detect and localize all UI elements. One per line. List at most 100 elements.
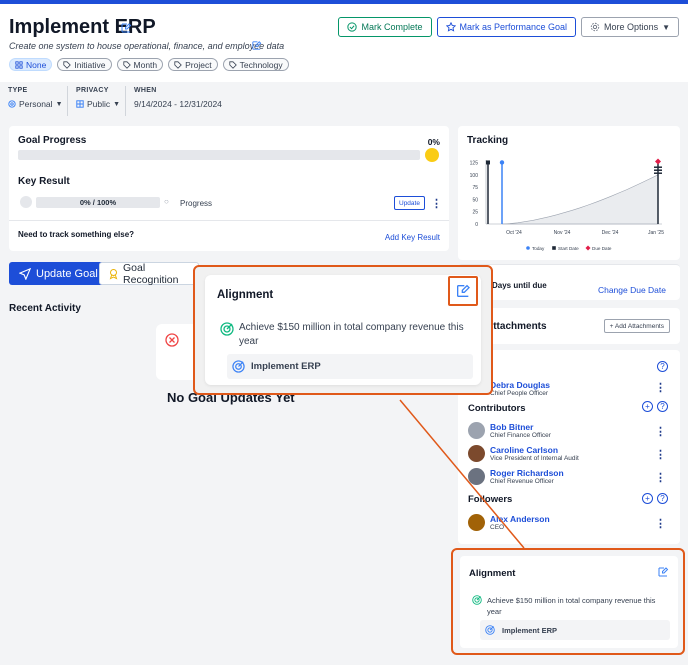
privacy-field[interactable]: PRIVACY Public ▼ [76, 87, 120, 109]
kebab-menu-icon[interactable]: ⋮ [655, 517, 666, 530]
type-field[interactable]: TYPE Personal ▼ [8, 87, 63, 109]
kebab-menu-icon[interactable]: ⋮ [655, 425, 666, 438]
alignment-current-goal-label: Implement ERP [251, 361, 321, 372]
divider [125, 86, 126, 116]
kebab-menu-icon[interactable]: ⋮ [431, 197, 442, 210]
y-tick-label: 0 [475, 222, 478, 228]
avatar [468, 468, 485, 485]
kebab-menu-icon[interactable]: ⋮ [655, 448, 666, 461]
x-tick-label: Jan '25 [648, 230, 664, 236]
y-tick-label: 125 [470, 160, 479, 166]
divider [9, 220, 449, 221]
tracking-chart: 0 25 50 75 100 125 Oct '24 Nov '24 Dec '24 Jan '2… [470, 158, 664, 251]
add-attachments-button[interactable]: + Add Attachments [603, 319, 670, 333]
follower-item[interactable]: Alex Anderson CEO [468, 514, 550, 531]
add-follower-icon[interactable]: + [642, 493, 653, 504]
more-options-label: More Options [604, 22, 659, 32]
privacy-value: Public [87, 99, 111, 109]
y-tick-label: 50 [472, 197, 478, 203]
update-goal-button[interactable]: Update Goal [9, 262, 108, 285]
help-icon[interactable]: ? [657, 401, 668, 412]
help-icon[interactable]: ? [657, 361, 668, 372]
add-contributor-icon[interactable]: + [642, 401, 653, 412]
gear-icon [590, 22, 600, 32]
help-icon[interactable]: ? [657, 493, 668, 504]
more-options-button[interactable]: More Options ▼ [581, 17, 679, 37]
person-name: Bob Bitner [490, 422, 534, 432]
contributor-item[interactable]: Caroline Carlson Vice President of Inter… [468, 445, 579, 462]
update-key-result-button[interactable]: Update [394, 196, 425, 210]
chip-label: Month [133, 59, 158, 70]
alignment-parent-goal[interactable]: Achieve $150 million in total company re… [487, 595, 672, 617]
followers-title: Followers [468, 494, 513, 505]
contributors-title: Contributors [468, 403, 526, 414]
mark-complete-button[interactable]: Mark Complete [338, 17, 432, 37]
mark-performance-goal-button[interactable]: Mark as Performance Goal [436, 17, 577, 37]
due-date-bar [654, 169, 662, 171]
y-tick-label: 100 [470, 173, 479, 179]
due-date-bar [654, 166, 662, 168]
person-role: Vice President of Internal Audit [490, 455, 579, 462]
person-role: Chief Finance Officer [490, 432, 551, 439]
caret-down-icon: ▼ [55, 100, 63, 108]
target-icon [8, 100, 16, 108]
edit-description-icon[interactable] [251, 40, 262, 54]
goal-meta-bar: TYPE Personal ▼ PRIVACY Public ▼ WHEN 9/… [0, 82, 688, 120]
edit-icon [457, 284, 470, 297]
key-result-label: Progress [180, 199, 213, 208]
update-goal-label: Update Goal [36, 267, 98, 280]
alignment-title: Alignment [469, 568, 516, 579]
goal-progress-bar [18, 150, 420, 160]
caret-down-icon: ▼ [113, 100, 121, 108]
legend-label: Start Date [558, 246, 579, 251]
add-key-result-link[interactable]: Add Key Result [385, 233, 440, 242]
track-prompt: Need to track something else? [18, 230, 135, 239]
alignment-edit-highlight[interactable] [448, 276, 478, 306]
public-icon [76, 100, 84, 108]
when-field[interactable]: WHEN 9/14/2024 - 12/31/2024 [134, 87, 222, 109]
person-name: Alex Anderson [490, 514, 550, 524]
header-actions: Mark Complete Mark as Performance Goal M… [338, 17, 679, 37]
goal-header: Implement ERP Create one system to house… [0, 4, 688, 82]
chip-technology[interactable]: Technology [222, 58, 289, 71]
goal-progress-title: Goal Progress [18, 135, 87, 146]
chip-month[interactable]: Month [116, 58, 164, 71]
alignment-current-goal[interactable]: Implement ERP [480, 620, 670, 640]
chip-project[interactable]: Project [168, 58, 218, 71]
type-label: TYPE [8, 87, 28, 94]
chip-label: Technology [239, 59, 283, 70]
target-icon [232, 360, 245, 373]
type-value: Personal [19, 99, 53, 109]
mark-performance-label: Mark as Performance Goal [459, 22, 568, 32]
alignment-card-highlight: Alignment Achieve $150 million in total … [451, 548, 685, 655]
person-name: Caroline Carlson [490, 445, 559, 455]
chip-label: Initiative [74, 59, 106, 70]
target-icon [472, 595, 482, 605]
goal-recognition-button[interactable]: Goal Recognition [99, 261, 199, 286]
kebab-menu-icon[interactable]: ⋮ [655, 381, 666, 394]
edit-icon[interactable] [657, 566, 669, 578]
target-icon [220, 322, 234, 336]
goal-description: Create one system to house operational, … [9, 41, 285, 51]
target-icon [485, 625, 495, 635]
chip-initiative[interactable]: Initiative [57, 58, 112, 71]
change-due-date-link[interactable]: Change Due Date [598, 285, 666, 295]
edit-title-icon[interactable] [120, 22, 132, 37]
alignment-parent-goal[interactable]: Achieve $150 million in total company re… [239, 321, 469, 349]
page-title: Implement ERP [9, 16, 156, 38]
kebab-menu-icon[interactable]: ⋮ [655, 471, 666, 484]
person-role: Chief Revenue Officer [490, 478, 554, 485]
contributor-item[interactable]: Roger Richardson Chief Revenue Officer [468, 468, 564, 485]
chip-none[interactable]: None [9, 58, 53, 71]
owner-item[interactable]: Debra Douglas Chief People Officer [490, 380, 550, 397]
avatar [468, 514, 485, 531]
goal-recognition-label: Goal Recognition [123, 261, 179, 286]
key-result-avatar [20, 196, 32, 208]
progress-area [501, 174, 659, 225]
avatar [468, 445, 485, 462]
alignment-current-goal[interactable]: Implement ERP [227, 354, 473, 379]
legend-marker [526, 246, 530, 250]
person-name: Roger Richardson [490, 468, 564, 478]
key-result-title: Key Result [18, 176, 70, 187]
contributor-item[interactable]: Bob Bitner Chief Finance Officer [468, 422, 551, 439]
